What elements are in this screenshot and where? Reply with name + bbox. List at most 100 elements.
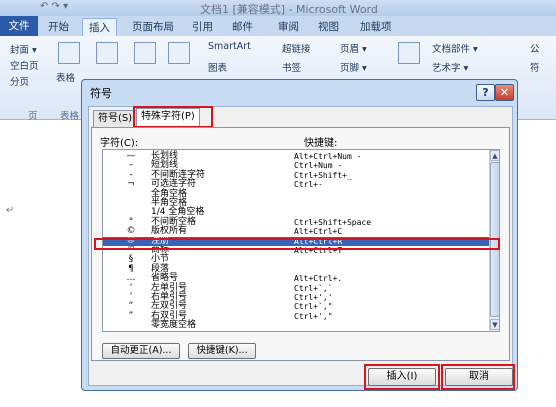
character-shortcut: Ctrl+-	[294, 180, 323, 190]
special-character-row[interactable]: 全角空格	[103, 188, 489, 199]
character-symbol: —	[126, 151, 136, 161]
formula-button[interactable]: 公	[530, 41, 540, 55]
scroll-up-arrow-icon[interactable]: ▲	[490, 150, 499, 161]
character-symbol: §	[128, 254, 134, 265]
picture-icon[interactable]	[96, 42, 118, 64]
special-character-row[interactable]: ” 右双引号 Ctrl+',"	[103, 310, 489, 321]
character-shortcut: Ctrl+`,"	[294, 302, 333, 312]
page-break-button[interactable]: 分页	[10, 74, 29, 88]
character-symbol: “	[128, 301, 134, 312]
tab-view[interactable]: 视图	[312, 18, 345, 36]
tab-mailings[interactable]: 邮件	[226, 18, 259, 36]
special-character-row[interactable]: ¶ 段落	[103, 263, 489, 274]
symbol-dialog: 符号 ? ✕ 符号(S) 特殊字符(P) 字符(C): 快捷键: 零宽度空格” 右…	[81, 79, 518, 391]
bookmark-button[interactable]: 书签	[282, 60, 301, 74]
character-name: 右双引号	[151, 310, 188, 321]
character-shortcut: Ctrl+Shift+_	[294, 170, 352, 180]
tab-home[interactable]: 开始	[42, 18, 75, 36]
tab-addins[interactable]: 加载项	[354, 18, 398, 36]
special-character-row[interactable]: 1/4 全角空格	[103, 207, 489, 218]
shortcut-key-button[interactable]: 快捷键(K)...	[188, 343, 256, 359]
character-symbol: °	[128, 216, 134, 227]
special-character-row[interactable]: … 省略号 Alt+Ctrl+.	[103, 273, 489, 284]
character-shortcut: Ctrl+','	[294, 293, 333, 302]
special-character-row[interactable]: “ 左双引号 Ctrl+`,"	[103, 301, 489, 312]
dialog-body: 符号(S) 特殊字符(P) 字符(C): 快捷键: 零宽度空格” 右双引号 Ctrl…	[88, 106, 515, 390]
special-character-row[interactable]: 半角空格	[103, 198, 489, 208]
highlight-special-tab	[133, 106, 213, 128]
highlight-selected-row	[94, 238, 500, 250]
character-symbol: ¬	[127, 179, 135, 190]
character-name: 左单引号	[151, 282, 188, 293]
table-icon[interactable]	[58, 42, 80, 64]
footer-button[interactable]: 页脚 ▾	[340, 60, 367, 74]
tab-symbols[interactable]: 符号(S)	[93, 110, 138, 127]
tab-file[interactable]: 文件	[0, 16, 38, 36]
table-button[interactable]: 表格	[56, 70, 75, 84]
quick-access-toolbar[interactable]: ↶ ↷ ▾	[40, 1, 68, 12]
symbol-button[interactable]: 符	[530, 60, 540, 74]
tab-references[interactable]: 引用	[186, 18, 219, 36]
tab-insert[interactable]: 插入	[82, 18, 117, 36]
tab-review[interactable]: 审阅	[272, 18, 305, 36]
window-title: 文档1 [兼容模式] - Microsoft Word	[200, 3, 378, 16]
character-symbol: ¶	[128, 263, 134, 274]
character-name: 短划线	[151, 160, 179, 171]
clipart-icon[interactable]	[134, 42, 156, 64]
character-name: 小节	[151, 254, 170, 265]
paragraph-mark: ↵	[6, 205, 15, 216]
tab-page-layout[interactable]: 页面布局	[126, 18, 180, 36]
character-name: 段落	[151, 263, 170, 274]
shortcut-column-header: 快捷键:	[304, 138, 338, 149]
autocorrect-button[interactable]: 自动更正(A)...	[102, 343, 180, 359]
special-character-row[interactable]: ‑ 不间断连字符 Ctrl+Shift+_	[103, 170, 489, 180]
chart-button[interactable]: 图表	[208, 60, 227, 74]
character-name: 长划线	[151, 151, 179, 161]
hyperlink-button[interactable]: 超链接	[282, 41, 311, 55]
blank-page-button[interactable]: 空白页	[10, 58, 39, 72]
scroll-down-arrow-icon[interactable]: ▼	[490, 319, 499, 330]
character-shortcut: Ctrl+Shift+Space	[294, 217, 372, 227]
character-name: 右单引号	[151, 292, 188, 302]
character-name: 零宽度空格	[151, 320, 197, 331]
character-symbol: …	[126, 273, 136, 284]
special-character-row[interactable]: ¬ 可选连字符 Ctrl+-	[103, 179, 489, 190]
dialog-title: 符号	[90, 87, 112, 100]
character-shortcut: Alt+Ctrl+.	[294, 274, 343, 284]
character-shortcut: Ctrl+',"	[294, 311, 333, 321]
character-name: 全角空格	[151, 188, 188, 199]
character-shortcut: Ctrl+`,`	[294, 283, 333, 293]
special-character-row[interactable]: © 版权所有 Alt+Ctrl+C	[103, 226, 489, 237]
character-symbol: ”	[128, 310, 134, 321]
special-character-row[interactable]: — 长划线 Alt+Ctrl+Num -	[103, 151, 489, 161]
character-shortcut: Alt+Ctrl+C	[294, 227, 343, 237]
character-name: 1/4 全角空格	[151, 207, 205, 218]
character-symbol: ’	[129, 292, 133, 302]
character-symbol: ‘	[129, 282, 133, 293]
special-character-row[interactable]: ’ 右单引号 Ctrl+','	[103, 292, 489, 302]
special-character-row[interactable]: ‘ 左单引号 Ctrl+`,`	[103, 282, 489, 293]
wordart-button[interactable]: 艺术字 ▾	[432, 60, 468, 74]
special-character-row[interactable]: § 小节	[103, 254, 489, 265]
quickparts-button[interactable]: 文档部件 ▾	[432, 41, 478, 55]
shapes-icon[interactable]	[168, 42, 190, 64]
close-button[interactable]: ✕	[495, 84, 514, 101]
textbox-icon[interactable]	[398, 42, 420, 64]
character-shortcut: Alt+Ctrl+Num -	[294, 152, 362, 161]
character-shortcut: Ctrl+Num -	[294, 161, 343, 171]
help-button[interactable]: ?	[476, 84, 495, 101]
character-name: 省略号	[151, 273, 179, 284]
header-button[interactable]: 页眉 ▾	[340, 41, 367, 55]
character-name: 版权所有	[151, 226, 188, 237]
special-characters-panel: 字符(C): 快捷键: 零宽度空格 ” 右双引号 Ctrl+'," “ 左双引号 Ctrl+…	[91, 127, 510, 361]
special-character-row[interactable]: – 短划线 Ctrl+Num -	[103, 160, 489, 171]
special-character-row[interactable]: ° 不间断空格 Ctrl+Shift+Space	[103, 216, 489, 227]
smartart-button[interactable]: SmartArt	[208, 41, 251, 52]
character-symbol: –	[128, 160, 134, 171]
special-character-row[interactable]: 零宽度空格	[103, 320, 489, 331]
highlight-insert-button	[364, 364, 440, 390]
cover-button[interactable]: 封面 ▾	[10, 42, 37, 56]
character-name: 不间断空格	[151, 216, 197, 227]
character-column-header: 字符(C):	[100, 138, 139, 149]
title-bar: ↶ ↷ ▾ 文档1 [兼容模式] - Microsoft Word	[0, 0, 556, 16]
